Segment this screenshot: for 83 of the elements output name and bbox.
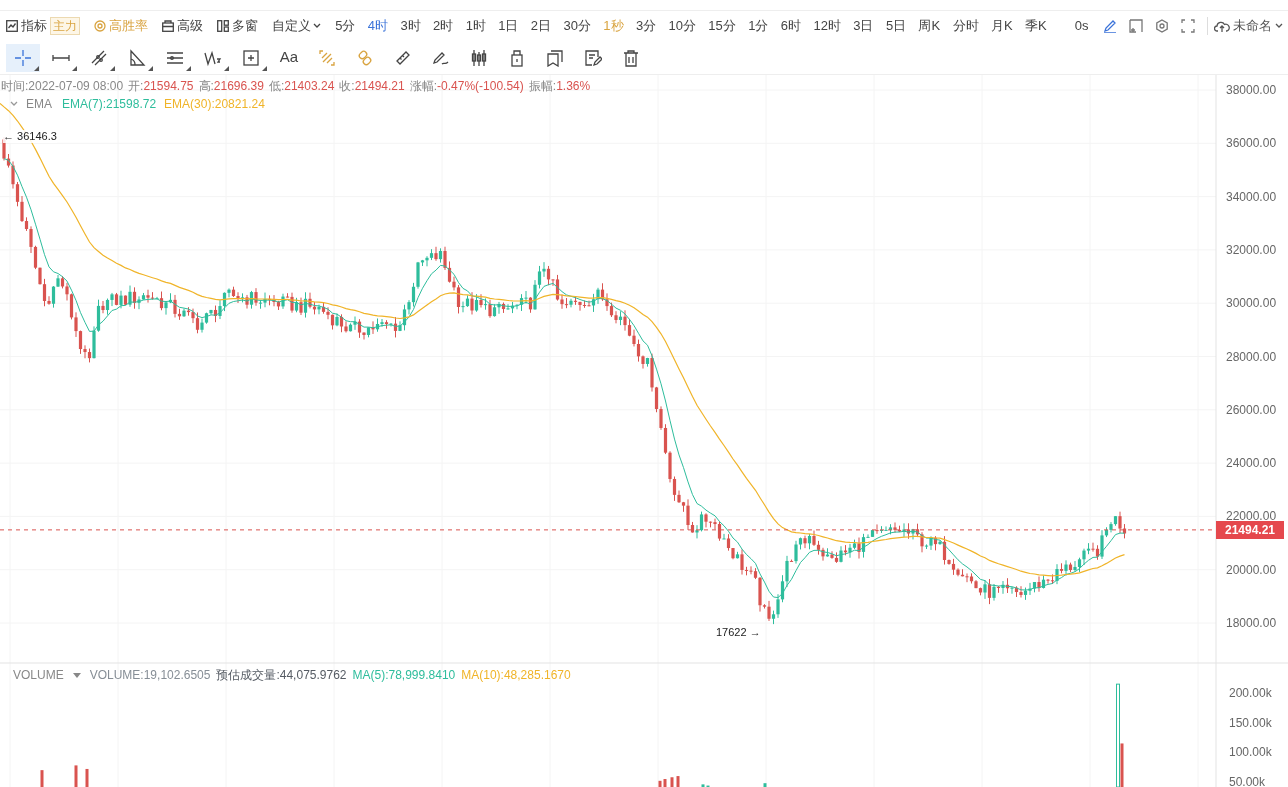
drawing-tool-button[interactable]: Aa	[272, 43, 306, 72]
cloud-upload-icon	[1213, 19, 1230, 33]
interval-tab[interactable]: 1分	[742, 16, 775, 36]
interval-tab[interactable]: 5分	[329, 16, 362, 36]
fullscreen-button[interactable]	[1180, 19, 1195, 33]
main-force-badge: 主力	[50, 17, 80, 35]
horizontal-line-icon	[52, 53, 70, 62]
volume-legend-value: MA(10):48,285.1670	[461, 667, 571, 684]
layout-menu-button[interactable]: 未命名	[1213, 16, 1283, 36]
interval-tab[interactable]: 季K	[1018, 16, 1053, 36]
high-price-marker: ← 36146.3	[3, 130, 57, 143]
briefcase-icon	[162, 20, 174, 32]
custom-dropdown[interactable]: 自定义	[272, 16, 321, 36]
box-plus-icon	[242, 48, 260, 67]
windows-icon	[217, 20, 229, 32]
price-axis-label: 34000.00	[1226, 189, 1277, 204]
interval-tab[interactable]: 月K	[984, 16, 1019, 36]
lock-icon	[508, 48, 526, 67]
interval-tab[interactable]: 1时	[459, 16, 493, 36]
ohlc-field: 收:21494.21	[339, 77, 405, 95]
volume-axis-label: 100.00k	[1229, 745, 1272, 760]
interval-tab[interactable]: 周K	[912, 16, 947, 36]
interval-tab[interactable]: 5日	[879, 16, 913, 36]
settings-button[interactable]	[1154, 19, 1169, 33]
angle-icon	[128, 48, 146, 67]
interval-tab[interactable]: 10分	[662, 16, 703, 36]
interval-tab[interactable]: 15分	[702, 16, 742, 36]
dropdown-triangle-icon[interactable]	[72, 672, 81, 678]
chevron-down-icon	[313, 23, 321, 29]
crosshair-icon	[14, 48, 32, 67]
legend-name: EMA	[26, 96, 52, 113]
ohlc-field: 开:21594.75	[128, 77, 194, 95]
pencil-icon	[1102, 19, 1117, 33]
trend-lines-icon	[90, 48, 108, 67]
link-icon	[356, 48, 374, 67]
legend-name: VOLUME	[13, 667, 64, 684]
interval-tab[interactable]: 1日	[492, 16, 525, 36]
ohlc-field: 涨幅:-0.47%(-100.54)	[409, 77, 524, 95]
candles-icon	[470, 48, 488, 67]
volume-legend-value: 预估成交量:44,075.9762	[216, 667, 347, 684]
low-price-marker: 17622 →	[716, 625, 761, 640]
interval-tab[interactable]: 12时	[807, 16, 848, 36]
chevron-down-icon	[1274, 23, 1283, 29]
volume-axis-label: 150.00k	[1229, 715, 1272, 730]
pencil-button[interactable]	[1102, 19, 1117, 33]
chart-icon	[6, 20, 18, 32]
volume-legend-value: VOLUME:19,102.6505	[89, 667, 211, 684]
fullscreen-icon	[1180, 19, 1195, 33]
pattern-icon	[318, 48, 336, 67]
volume-axis-label: 200.00k	[1229, 686, 1272, 701]
interval-tab[interactable]: 2日	[524, 16, 558, 36]
price-axis-label: 32000.00	[1226, 242, 1277, 257]
countdown-text: 0s	[1074, 17, 1089, 36]
price-axis-label: 26000.00	[1226, 402, 1277, 417]
price-axis-label: 38000.00	[1226, 83, 1277, 97]
price-axis-label: 28000.00	[1226, 349, 1277, 364]
interval-tab[interactable]: 3日	[847, 16, 880, 36]
ohlc-field: 低:21403.24	[268, 77, 335, 95]
ohlc-field: 高:21696.39	[198, 77, 264, 95]
interval-tab[interactable]: 3时	[394, 16, 427, 36]
advanced-button[interactable]: 高级	[162, 16, 203, 36]
ema-legend-value: EMA(7):21598.72	[62, 96, 157, 113]
interval-tab[interactable]: 30分	[557, 16, 598, 36]
interval-tab[interactable]: 分时	[946, 16, 985, 36]
multi-window-button[interactable]: 多窗	[217, 16, 258, 36]
volume-legend-value: MA(5):78,999.8410	[352, 667, 456, 684]
trash-icon	[622, 48, 640, 67]
interval-tab[interactable]: 6时	[774, 16, 808, 36]
chevron-down-icon	[10, 101, 18, 107]
volume-axis-label: 50.00k	[1229, 775, 1266, 787]
interval-tab[interactable]: 4时	[361, 16, 395, 36]
last-price-tag: 21494.21	[1216, 520, 1284, 539]
ohlc-field: 时间:2022-07-09 08:00	[1, 77, 124, 95]
price-axis-label: 18000.00	[1226, 616, 1277, 630]
ema-legend-value: EMA(30):20821.24	[164, 96, 265, 113]
interval-tab[interactable]: 2时	[426, 16, 460, 36]
bookmark-icon	[546, 48, 564, 67]
settings-icon	[1154, 19, 1169, 33]
ohlc-field: 振幅:1.36%	[528, 77, 591, 95]
interval-tab[interactable]: 3分	[629, 16, 663, 36]
indicator-button[interactable]: 指标	[6, 16, 47, 36]
note-edit-icon	[584, 48, 602, 67]
price-axis-label: 20000.00	[1226, 562, 1277, 577]
